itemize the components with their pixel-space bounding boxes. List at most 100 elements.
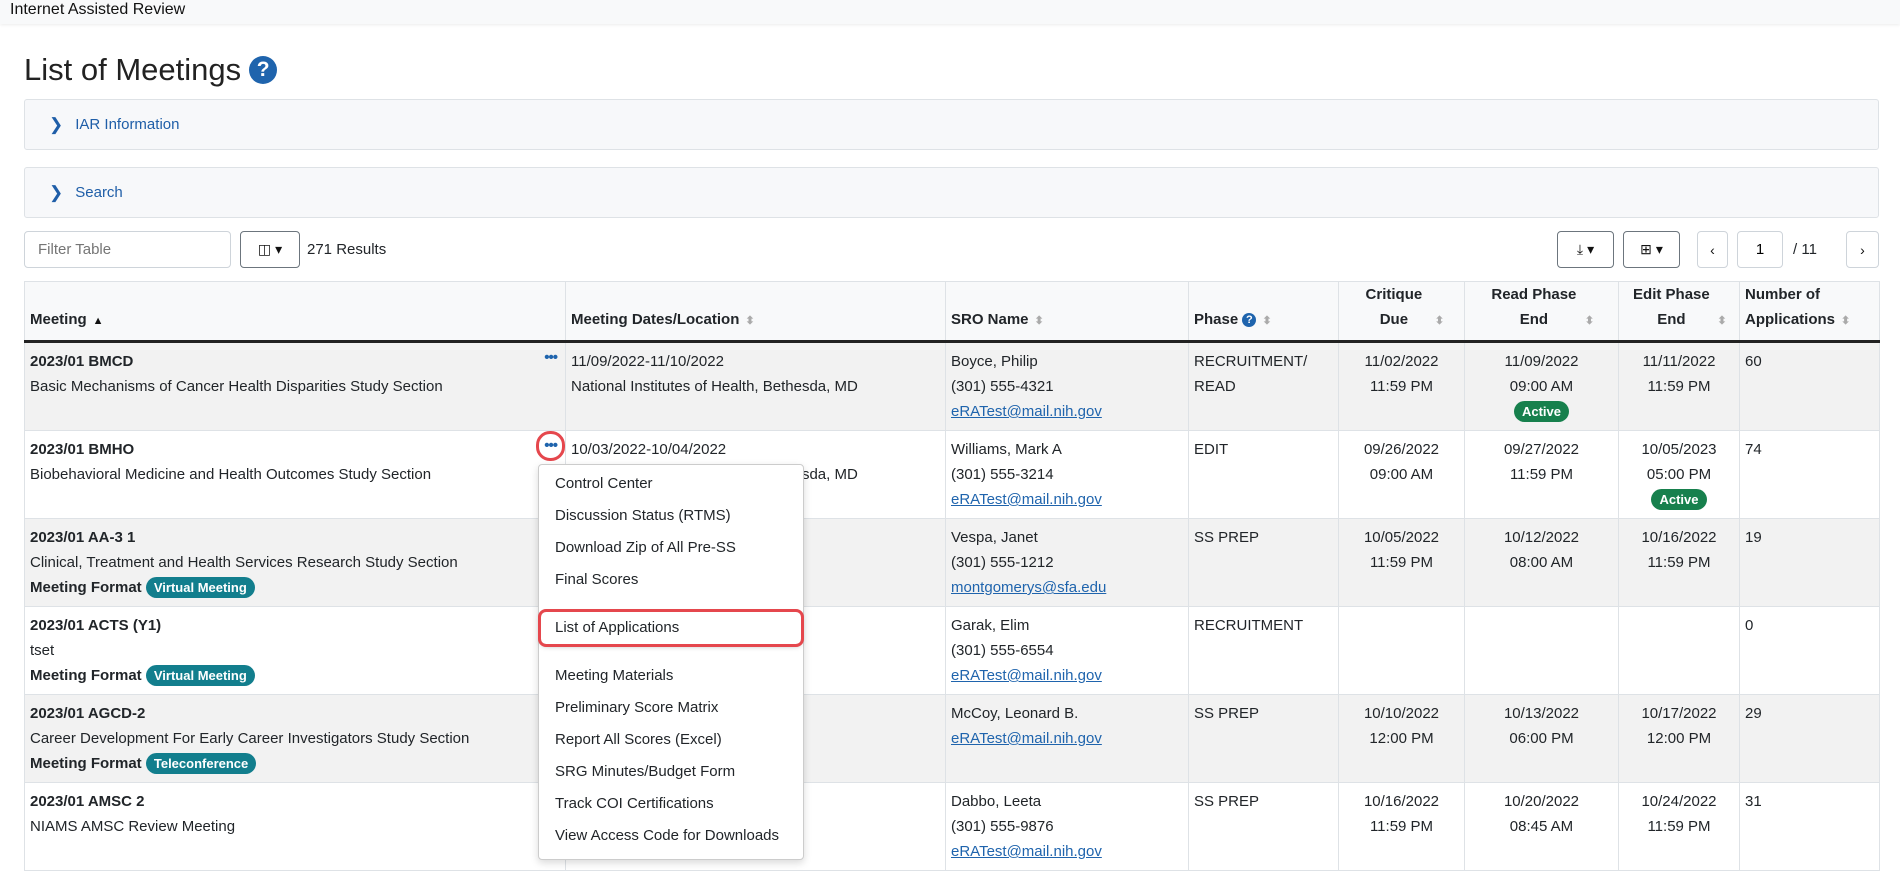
meeting-name: NIAMS AMSC Review Meeting xyxy=(30,818,236,835)
menu-item-srg-minutes[interactable]: SRG Minutes/Budget Form xyxy=(539,756,803,788)
menu-item-view-access-code[interactable]: View Access Code for Downloads xyxy=(539,820,803,852)
download-icon: ⤓ xyxy=(1576,241,1584,257)
menu-item-download-zip[interactable]: Download Zip of All Pre-SS xyxy=(539,532,803,564)
menu-item-track-coi[interactable]: Track COI Certifications xyxy=(539,788,803,820)
help-icon[interactable]: ? xyxy=(249,56,278,84)
dates-location-cell: 11/09/2022-11/10/2022 National Institutes… xyxy=(565,341,946,431)
col-meeting[interactable]: Meeting ▲ xyxy=(24,281,566,343)
prev-page-button[interactable]: ‹ xyxy=(1697,231,1728,268)
meeting-format-badge: Virtual Meeting xyxy=(145,577,255,598)
applications-count-cell: 19 xyxy=(1739,518,1880,607)
edit-date: 10/24/2022 xyxy=(1641,793,1717,810)
edit-date: 10/17/2022 xyxy=(1641,705,1717,722)
read-time: 06:00 PM xyxy=(1509,730,1574,747)
menu-item-meeting-materials[interactable]: Meeting Materials xyxy=(539,660,803,692)
meeting-name: Clinical, Treatment and Health Services … xyxy=(30,554,458,571)
col-read-phase-end[interactable]: Read Phase End ⬍ xyxy=(1464,281,1619,343)
critique-due-cell: 10/05/2022 11:59 PM xyxy=(1338,518,1465,607)
table-row: 2023/01 AA-3 1 Clinical, Treatment and He… xyxy=(24,518,1880,607)
read-phase-end-cell xyxy=(1464,606,1619,695)
table-row: 2023/01 BMCD Basic Mechanisms of Cancer H… xyxy=(24,341,1880,431)
critique-due-cell xyxy=(1338,606,1465,695)
chevron-right-icon: › xyxy=(1860,241,1865,258)
meeting-code: 2023/01 ACTS (Y1) xyxy=(30,617,162,634)
applications-count-cell: 0 xyxy=(1739,606,1880,695)
critique-due-cell: 09/26/2022 09:00 AM xyxy=(1338,430,1465,519)
chevron-left-icon: ‹ xyxy=(1710,241,1715,258)
col-edit-phase-end[interactable]: Edit Phase End ⬍ xyxy=(1618,281,1740,343)
menu-item-list-of-applications[interactable]: List of Applications xyxy=(538,609,804,647)
col-sro[interactable]: SRO Name ⬍ xyxy=(945,281,1189,343)
edit-time: 05:00 PM xyxy=(1646,466,1712,483)
caret-down-icon: ▾ xyxy=(1655,241,1663,257)
sro-name: McCoy, Leonard B. xyxy=(951,705,1079,722)
page-number-input[interactable] xyxy=(1737,231,1783,268)
meeting-dates: 10/03/2022-10/04/2022 xyxy=(571,441,727,458)
read-phase-end-cell: 10/13/2022 06:00 PM xyxy=(1464,694,1619,783)
grid-icon: ⊞ xyxy=(1640,241,1652,257)
sro-email-link[interactable]: eRATest@mail.nih.gov xyxy=(951,403,1102,420)
column-toggle-button[interactable]: ◫ ▾ xyxy=(240,231,300,268)
col-dates[interactable]: Meeting Dates/Location ⬍ xyxy=(565,281,946,343)
meeting-cell: 2023/01 AGCD-2 Career Development For Ear… xyxy=(24,694,566,783)
sro-cell: Boyce, Philip (301) 555-4321 eRATest@mail.… xyxy=(945,341,1189,431)
layout-button[interactable]: ⊞ ▾ xyxy=(1623,231,1680,268)
phase-cell: EDIT xyxy=(1188,430,1339,519)
edit-phase-end-cell: 10/24/2022 11:59 PM xyxy=(1618,782,1740,871)
edit-time: 11:59 PM xyxy=(1647,554,1711,571)
sro-name: Boyce, Philip xyxy=(951,353,1038,370)
menu-item-preliminary-score-matrix[interactable]: Preliminary Score Matrix xyxy=(539,692,803,724)
edit-date: 10/16/2022 xyxy=(1641,529,1717,546)
phase-cell: SS PREP xyxy=(1188,782,1339,871)
sro-email-link[interactable]: montgomerys@sfa.edu xyxy=(951,579,1106,596)
sort-icon: ⬍ xyxy=(1434,315,1445,327)
sro-email-link[interactable]: eRATest@mail.nih.gov xyxy=(951,730,1102,747)
applications-count-cell: 60 xyxy=(1739,341,1880,431)
chevron-right-icon: ❯ xyxy=(49,182,64,202)
sro-email-link[interactable]: eRATest@mail.nih.gov xyxy=(951,843,1102,860)
read-time: 08:00 AM xyxy=(1509,554,1574,571)
export-button[interactable]: ⤓ ▾ xyxy=(1557,231,1614,268)
sro-phone: (301) 555-4321 xyxy=(951,378,1054,395)
table-header-row: Meeting ▲ Meeting Dates/Location ⬍ SRO Nam… xyxy=(24,281,1880,343)
critique-date: 10/16/2022 xyxy=(1363,793,1440,810)
read-time: 11:59 PM xyxy=(1509,466,1574,483)
next-page-button[interactable]: › xyxy=(1846,231,1879,268)
sro-email-link[interactable]: eRATest@mail.nih.gov xyxy=(951,667,1102,684)
more-actions-icon[interactable]: ••• xyxy=(536,431,565,461)
meeting-name: tset xyxy=(30,642,55,659)
help-icon[interactable]: ? xyxy=(1242,313,1257,328)
sort-icon: ⬍ xyxy=(1034,315,1044,327)
sro-email-link[interactable]: eRATest@mail.nih.gov xyxy=(951,491,1102,508)
meeting-cell: 2023/01 AMSC 2 NIAMS AMSC Review Meeting xyxy=(24,782,566,871)
sort-icon: ⬍ xyxy=(1841,315,1851,327)
iar-information-panel[interactable]: ❯ IAR Information xyxy=(24,99,1879,150)
edit-phase-end-cell: 10/17/2022 12:00 PM xyxy=(1618,694,1740,783)
app-title: Internet Assisted Review xyxy=(10,1,186,18)
col-phase[interactable]: Phase ? ⬍ xyxy=(1188,281,1339,343)
table-row: 2023/01 AMSC 2 NIAMS AMSC Review Meeting … xyxy=(24,782,1880,871)
menu-item-final-scores[interactable]: Final Scores xyxy=(539,564,803,596)
read-phase-end-cell: 10/12/2022 08:00 AM xyxy=(1464,518,1619,607)
filter-table-input[interactable] xyxy=(24,231,231,268)
table-row: 2023/01 AGCD-2 Career Development For Ear… xyxy=(24,694,1880,783)
menu-item-report-all-scores[interactable]: Report All Scores (Excel) xyxy=(539,724,803,756)
search-panel[interactable]: ❯ Search xyxy=(24,167,1879,218)
sro-phone: (301) 555-9876 xyxy=(951,818,1054,835)
sro-phone: (301) 555-1212 xyxy=(951,554,1054,571)
menu-divider xyxy=(539,596,803,612)
critique-date: 11/02/2022 xyxy=(1364,353,1439,370)
sort-asc-icon: ▲ xyxy=(92,315,104,327)
more-actions-icon[interactable]: ••• xyxy=(544,350,558,365)
meetings-table: Meeting ▲ Meeting Dates/Location ⬍ SRO Nam… xyxy=(24,281,1880,871)
page-title: List of Meetings? xyxy=(24,52,278,88)
menu-item-discussion-status[interactable]: Discussion Status (RTMS) xyxy=(539,500,803,532)
col-number-of-applications[interactable]: Number of Applications ⬍ xyxy=(1739,281,1880,343)
caret-down-icon: ▾ xyxy=(275,241,283,257)
panel-label: IAR Information xyxy=(75,116,180,133)
sro-cell: Williams, Mark A (301) 555-3214 eRATest@ma… xyxy=(945,430,1189,519)
sro-cell: McCoy, Leonard B. eRATest@mail.nih.gov xyxy=(945,694,1189,783)
col-critique-due[interactable]: Critique Due ⬍ xyxy=(1338,281,1465,343)
menu-item-control-center[interactable]: Control Center xyxy=(539,468,803,500)
meeting-name: Biobehavioral Medicine and Health Outcom… xyxy=(30,466,432,483)
